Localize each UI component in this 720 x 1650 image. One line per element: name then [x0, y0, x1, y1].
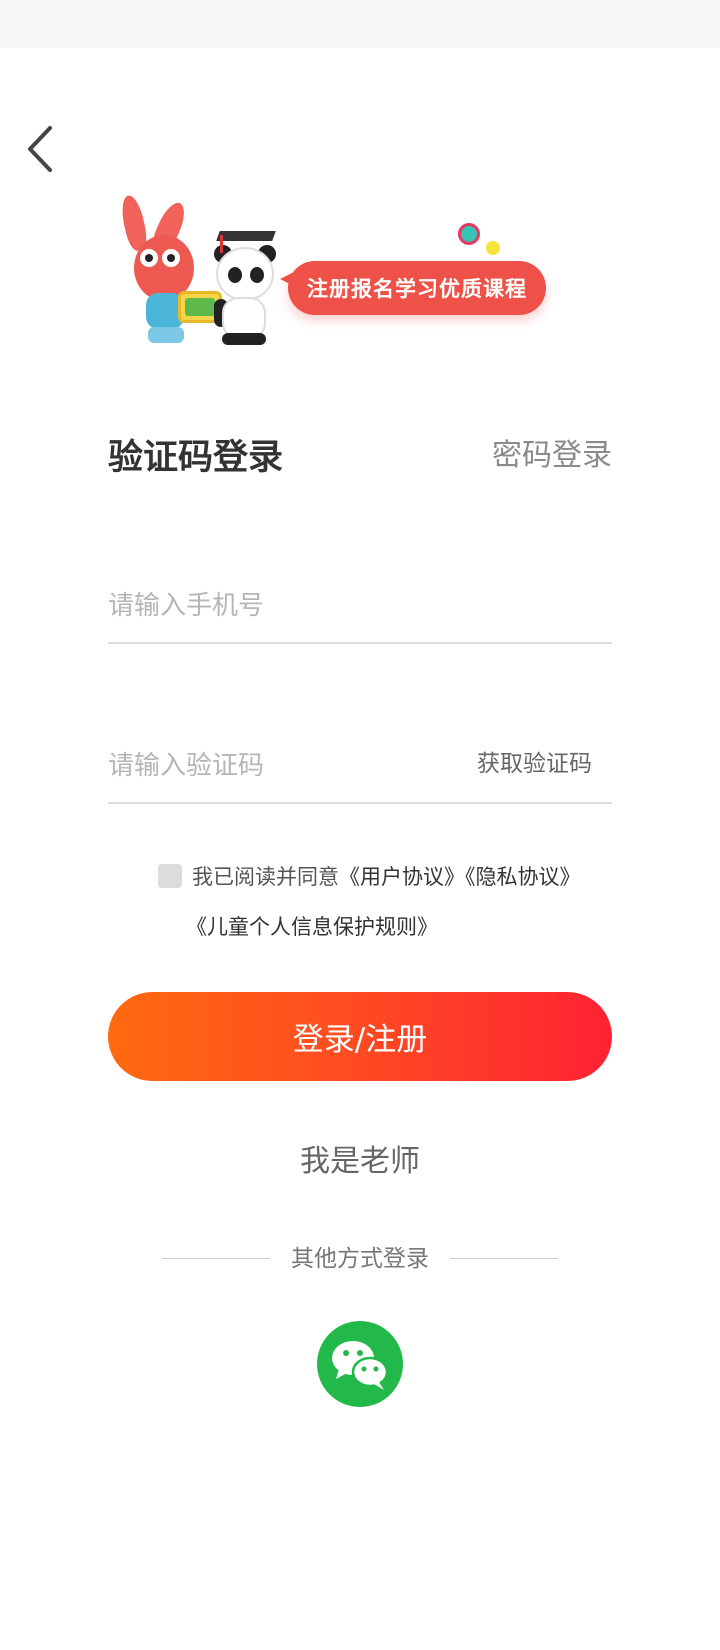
bunny-eye-right [162, 249, 180, 267]
panda-eye-left [228, 267, 242, 283]
user-agreement-link[interactable]: 《用户协议》 [339, 865, 465, 889]
bunny-eye-left [140, 249, 158, 267]
wechat-icon [332, 1341, 389, 1390]
promo-illustration: 注册报名学习优质课程 [118, 193, 578, 355]
panda-feet [222, 333, 266, 345]
child-protection-link[interactable]: 《儿童个人信息保护规则》 [186, 915, 438, 939]
phone-field [108, 564, 612, 644]
panda-eye-right [250, 267, 264, 283]
back-button[interactable] [22, 122, 62, 176]
privacy-agreement-link[interactable]: 《隐私协议》 [465, 865, 581, 889]
cap-tassel [220, 235, 223, 253]
bunny-legs [148, 327, 184, 343]
status-bar [0, 0, 720, 48]
other-login-label: 其他方式登录 [291, 1246, 429, 1272]
agreement-prefix: 我已阅读并同意 [192, 865, 339, 889]
agreement-line: 我已阅读并同意《用户协议》《隐私协议》 [192, 860, 581, 894]
other-login-divider: 其他方式登录 [162, 1244, 558, 1274]
password-login-tab[interactable]: 密码登录 [492, 434, 612, 478]
agreement-checkbox[interactable] [158, 864, 182, 888]
chevron-left-icon [28, 126, 52, 172]
login-register-button[interactable]: 登录/注册 [108, 992, 612, 1081]
code-input[interactable] [108, 746, 448, 786]
panda-head [216, 247, 274, 301]
wechat-login-button[interactable] [317, 1321, 403, 1407]
divider-line-right [450, 1258, 558, 1259]
teacher-login-link[interactable]: 我是老师 [0, 1136, 720, 1180]
page-title: 验证码登录 [108, 438, 284, 478]
ball-icon [486, 241, 500, 255]
agreement-line-2: 《儿童个人信息保护规则》 [186, 910, 438, 944]
graduation-cap-icon [216, 231, 276, 241]
candy-icon [458, 223, 480, 245]
phone-input[interactable] [108, 586, 448, 626]
code-field: 获取验证码 [108, 724, 612, 804]
promo-banner: 注册报名学习优质课程 [288, 261, 546, 315]
get-code-button[interactable]: 获取验证码 [477, 744, 592, 778]
